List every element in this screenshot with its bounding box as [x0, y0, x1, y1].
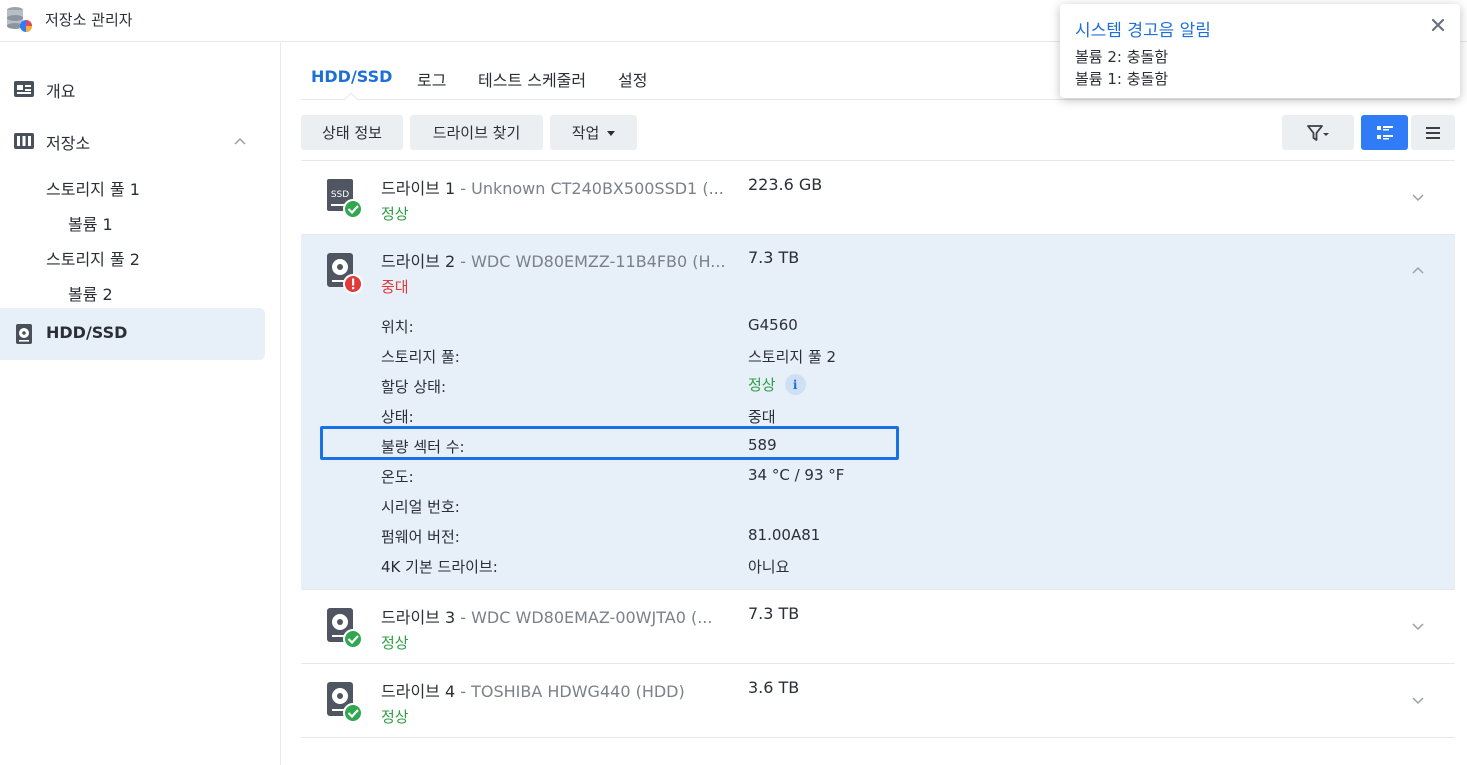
tab-test-scheduler[interactable]: 테스트 스케줄러 [478, 67, 586, 91]
notification-line: 볼륨 2: 충돌함 [1075, 48, 1169, 66]
detail-location-value: G4560 [748, 316, 798, 334]
filter-icon [1307, 124, 1329, 141]
list-view-button[interactable] [1411, 115, 1455, 150]
detail-view-button[interactable] [1361, 115, 1408, 150]
drive-name: 드라이브 4 - TOSHIBA HDWG440 (HDD) [381, 682, 685, 701]
ssd-drive-icon: SSD [327, 179, 363, 219]
drive-row[interactable]: 드라이브 3 - WDC WD80EMAZ-00WJTA0 (... 7.3 T… [301, 590, 1455, 664]
drive-status: 정상 [381, 708, 409, 726]
chevron-up-icon[interactable] [1411, 263, 1425, 277]
info-icon[interactable]: i [784, 374, 806, 395]
drive-name: 드라이브 2 - WDC WD80EMZZ-11B4FB0 (H... [381, 252, 726, 271]
sidebar-item-hdd-ssd[interactable]: HDD/SSD [0, 308, 265, 360]
drive-capacity: 3.6 TB [748, 678, 800, 697]
caret-down-icon [607, 131, 616, 136]
ssd-label-text: SSD [331, 190, 349, 200]
drive-capacity: 7.3 TB [748, 248, 800, 267]
chevron-up-icon[interactable] [233, 134, 247, 148]
detail-temperature-value: 34 °C / 93 °F [748, 466, 845, 484]
hdd-drive-icon [327, 608, 363, 649]
app-title: 저장소 관리자 [45, 11, 133, 29]
sidebar: 개요 저장소 스토리지 풀 1 볼륨 1 스토리지 풀 2 볼륨 2 HDD/S… [0, 43, 281, 765]
button-label: 상태 정보 [322, 124, 382, 142]
detail-status-value: 중대 [748, 408, 776, 426]
drive-icon [16, 324, 32, 344]
detail-serial-label: 시리얼 번호: [381, 498, 460, 516]
chevron-down-icon[interactable] [1411, 620, 1425, 634]
detail-4k-native-label: 4K 기본 드라이브: [381, 558, 498, 576]
detail-status-label: 상태: [381, 408, 414, 426]
drive-capacity: 7.3 TB [748, 604, 800, 623]
storage-manager-icon [7, 7, 32, 32]
sidebar-item-overview[interactable]: 개요 [0, 64, 265, 114]
sidebar-item-volume-2[interactable]: 볼륨 2 [68, 281, 113, 305]
detail-4k-native-value: 아니요 [748, 558, 790, 576]
status-info-button[interactable]: 상태 정보 [301, 115, 403, 150]
drive-row-expanded[interactable]: 드라이브 2 - WDC WD80EMZZ-11B4FB0 (H... 7.3 … [301, 235, 1455, 590]
chevron-down-icon[interactable] [1411, 191, 1425, 205]
button-label: 드라이브 찾기 [432, 124, 521, 142]
sidebar-item-storage-pool-2[interactable]: 스토리지 풀 2 [46, 246, 140, 270]
notification-line: 볼륨 1: 충돌함 [1075, 70, 1169, 88]
tab-log[interactable]: 로그 [417, 67, 446, 91]
active-tab-indicator [344, 92, 358, 100]
find-drive-button[interactable]: 드라이브 찾기 [410, 115, 543, 150]
sidebar-item-storage-pool-1[interactable]: 스토리지 풀 1 [46, 176, 140, 200]
sidebar-item-label: 저장소 [46, 134, 91, 153]
detail-storage-pool-value: 스토리지 풀 2 [748, 348, 837, 366]
detail-list-icon [1376, 125, 1393, 139]
chevron-down-icon[interactable] [1411, 694, 1425, 708]
detail-temperature-label: 온도: [381, 468, 414, 486]
drive-name: 드라이브 3 - WDC WD80EMAZ-00WJTA0 (... [381, 608, 713, 627]
tab-hdd-ssd[interactable]: HDD/SSD [311, 67, 392, 86]
detail-storage-pool-label: 스토리지 풀: [381, 348, 460, 366]
button-label: 작업 [571, 124, 600, 142]
system-beep-notification: 시스템 경고음 알림 볼륨 2: 충돌함 볼륨 1: 충돌함 [1060, 4, 1460, 98]
hdd-drive-icon [327, 682, 363, 723]
storage-icon [14, 133, 34, 149]
action-dropdown-button[interactable]: 작업 [550, 115, 637, 150]
drive-status: 정상 [381, 205, 409, 223]
close-icon[interactable] [1430, 17, 1446, 33]
detail-location-label: 위치: [381, 318, 414, 336]
drive-status: 정상 [381, 634, 409, 652]
detail-firmware-label: 펌웨어 버전: [381, 528, 460, 546]
toolbar: 상태 정보 드라이브 찾기 작업 [301, 115, 1455, 151]
detail-allocation-value: 정상 i [748, 374, 806, 395]
drive-row[interactable]: 드라이브 4 - TOSHIBA HDWG440 (HDD) 3.6 TB 정상 [301, 664, 1455, 738]
list-icon [1426, 126, 1440, 139]
hdd-drive-icon [327, 253, 363, 294]
filter-button[interactable] [1282, 115, 1354, 150]
sidebar-item-label: HDD/SSD [46, 323, 128, 342]
sidebar-item-label: 개요 [46, 82, 76, 101]
overview-icon [14, 81, 34, 97]
detail-allocation-label: 할당 상태: [381, 378, 447, 396]
notification-title: 시스템 경고음 알림 [1075, 21, 1211, 41]
drive-row[interactable]: SSD 드라이브 1 - Unknown CT240BX500SSD1 (...… [301, 161, 1455, 235]
tab-settings[interactable]: 설정 [618, 67, 647, 91]
highlight-bad-sector-box [320, 426, 899, 460]
sidebar-item-volume-1[interactable]: 볼륨 1 [68, 211, 113, 235]
drive-list: SSD 드라이브 1 - Unknown CT240BX500SSD1 (...… [301, 160, 1455, 738]
detail-firmware-value: 81.00A81 [748, 526, 821, 544]
drive-status: 중대 [381, 278, 409, 296]
drive-name: 드라이브 1 - Unknown CT240BX500SSD1 (... [381, 179, 724, 198]
allocation-status-text: 정상 [748, 376, 776, 394]
sidebar-item-storage[interactable]: 저장소 [0, 116, 265, 166]
drive-capacity: 223.6 GB [748, 175, 823, 194]
